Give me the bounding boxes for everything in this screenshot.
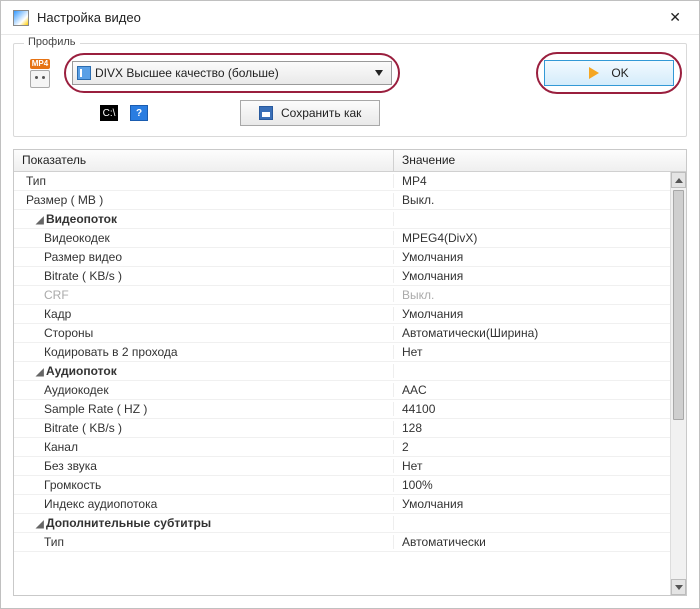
grid-row[interactable]: Без звукаНет	[14, 457, 686, 476]
grid-rows-container: ТипMP4Размер ( MB )Выкл.◢ВидеопотокВидео…	[14, 172, 686, 595]
grid-row[interactable]: Кодировать в 2 проходаНет	[14, 343, 686, 362]
grid-key: ◢Аудиопоток	[14, 364, 394, 378]
grid-value: Автоматически	[394, 535, 686, 549]
cmd-icon[interactable]: C:\	[100, 105, 118, 121]
grid-row[interactable]: Bitrate ( KB/s )Умолчания	[14, 267, 686, 286]
collapse-icon[interactable]: ◢	[36, 519, 44, 530]
grid-key: Кадр	[14, 307, 394, 321]
grid-value: Выкл.	[394, 288, 686, 302]
grid-row[interactable]: Громкость100%	[14, 476, 686, 495]
ok-button[interactable]: OK	[544, 60, 674, 86]
video-settings-window: Настройка видео ✕ Профиль MP4 DIVX Высше…	[0, 0, 700, 609]
grid-value: Нет	[394, 459, 686, 473]
grid-row[interactable]: Bitrate ( KB/s )128	[14, 419, 686, 438]
grid-key: Канал	[14, 440, 394, 454]
grid-row[interactable]: АудиокодекAAC	[14, 381, 686, 400]
grid-section-row[interactable]: ◢Аудиопоток	[14, 362, 686, 381]
grid-value: AAC	[394, 383, 686, 397]
collapse-icon[interactable]: ◢	[36, 367, 44, 378]
grid-header: Показатель Значение	[14, 150, 686, 172]
profile-row-main: MP4 DIVX Высшее качество (больше) OK	[26, 58, 674, 88]
grid-value: Умолчания	[394, 497, 686, 511]
grid-section-row[interactable]: ◢Видеопоток	[14, 210, 686, 229]
grid-row[interactable]: ВидеокодекMPEG4(DivX)	[14, 229, 686, 248]
grid-value: MP4	[394, 174, 686, 188]
grid-value: 44100	[394, 402, 686, 416]
profile-combobox[interactable]: DIVX Высшее качество (больше)	[72, 61, 392, 85]
help-icon[interactable]: ?	[130, 105, 148, 121]
profile-combo-wrap: DIVX Высшее качество (больше)	[72, 61, 392, 85]
grid-row[interactable]: СтороныАвтоматически(Ширина)	[14, 324, 686, 343]
grid-key: Стороны	[14, 326, 394, 340]
grid-key: CRF	[14, 288, 394, 302]
grid-row[interactable]: Размер видеоУмолчания	[14, 248, 686, 267]
grid-key: Индекс аудиопотока	[14, 497, 394, 511]
grid-header-val: Значение	[394, 150, 686, 171]
grid-key: Громкость	[14, 478, 394, 492]
grid-key: Bitrate ( KB/s )	[14, 269, 394, 283]
grid-key: Sample Rate ( HZ )	[14, 402, 394, 416]
grid-value: Автоматически(Ширина)	[394, 326, 686, 340]
grid-header-key: Показатель	[14, 150, 394, 171]
profile-row-tools: C:\ ? Сохранить как	[100, 100, 674, 126]
grid-value: Умолчания	[394, 250, 686, 264]
profile-combo-value: DIVX Высшее качество (больше)	[95, 66, 371, 80]
grid-value: Нет	[394, 345, 686, 359]
vertical-scrollbar[interactable]	[670, 172, 686, 595]
grid-value: MPEG4(DivX)	[394, 231, 686, 245]
grid-row[interactable]: КадрУмолчания	[14, 305, 686, 324]
scroll-down-button[interactable]	[671, 579, 686, 595]
grid-key: Видеокодек	[14, 231, 394, 245]
grid-row[interactable]: Размер ( MB )Выкл.	[14, 191, 686, 210]
file-type-icon: MP4	[26, 58, 54, 88]
arrow-right-icon	[589, 67, 599, 79]
grid-key: Тип	[14, 174, 394, 188]
grid-value: 100%	[394, 478, 686, 492]
titlebar: Настройка видео ✕	[1, 1, 699, 35]
grid-key: Кодировать в 2 прохода	[14, 345, 394, 359]
save-as-label: Сохранить как	[281, 106, 361, 120]
grid-body: ТипMP4Размер ( MB )Выкл.◢ВидеопотокВидео…	[14, 172, 686, 595]
ok-button-label: OK	[611, 66, 628, 80]
grid-key: Без звука	[14, 459, 394, 473]
grid-row[interactable]: ТипАвтоматически	[14, 533, 686, 552]
window-title: Настройка видео	[37, 10, 663, 25]
grid-key: Аудиокодек	[14, 383, 394, 397]
floppy-icon	[259, 106, 273, 120]
close-icon[interactable]: ✕	[663, 9, 687, 26]
film-icon	[77, 66, 91, 80]
grid-row[interactable]: CRFВыкл.	[14, 286, 686, 305]
grid-value: 128	[394, 421, 686, 435]
profile-legend: Профиль	[24, 36, 80, 48]
chevron-down-icon	[375, 70, 383, 76]
grid-value: Умолчания	[394, 269, 686, 283]
grid-key: Размер ( MB )	[14, 193, 394, 207]
grid-key: ◢Видеопоток	[14, 212, 394, 226]
grid-row[interactable]: Канал2	[14, 438, 686, 457]
save-as-button[interactable]: Сохранить как	[240, 100, 380, 126]
grid-row[interactable]: Индекс аудиопотокаУмолчания	[14, 495, 686, 514]
grid-key: Тип	[14, 535, 394, 549]
grid-row[interactable]: ТипMP4	[14, 172, 686, 191]
app-icon	[13, 10, 29, 26]
grid-value: Умолчания	[394, 307, 686, 321]
grid-value: 2	[394, 440, 686, 454]
grid-row[interactable]: Sample Rate ( HZ )44100	[14, 400, 686, 419]
properties-grid: Показатель Значение ТипMP4Размер ( MB )В…	[13, 149, 687, 596]
scroll-up-button[interactable]	[671, 172, 686, 188]
ok-button-wrap: OK	[544, 60, 674, 86]
collapse-icon[interactable]: ◢	[36, 215, 44, 226]
grid-key: ◢Дополнительные субтитры	[14, 516, 394, 530]
file-face-icon	[30, 70, 50, 88]
grid-section-row[interactable]: ◢Дополнительные субтитры	[14, 514, 686, 533]
grid-key: Bitrate ( KB/s )	[14, 421, 394, 435]
scroll-thumb[interactable]	[673, 190, 684, 420]
grid-value: Выкл.	[394, 193, 686, 207]
mp4-badge: MP4	[30, 59, 50, 69]
profile-groupbox: Профиль MP4 DIVX Высшее качество (больше…	[13, 43, 687, 137]
grid-key: Размер видео	[14, 250, 394, 264]
